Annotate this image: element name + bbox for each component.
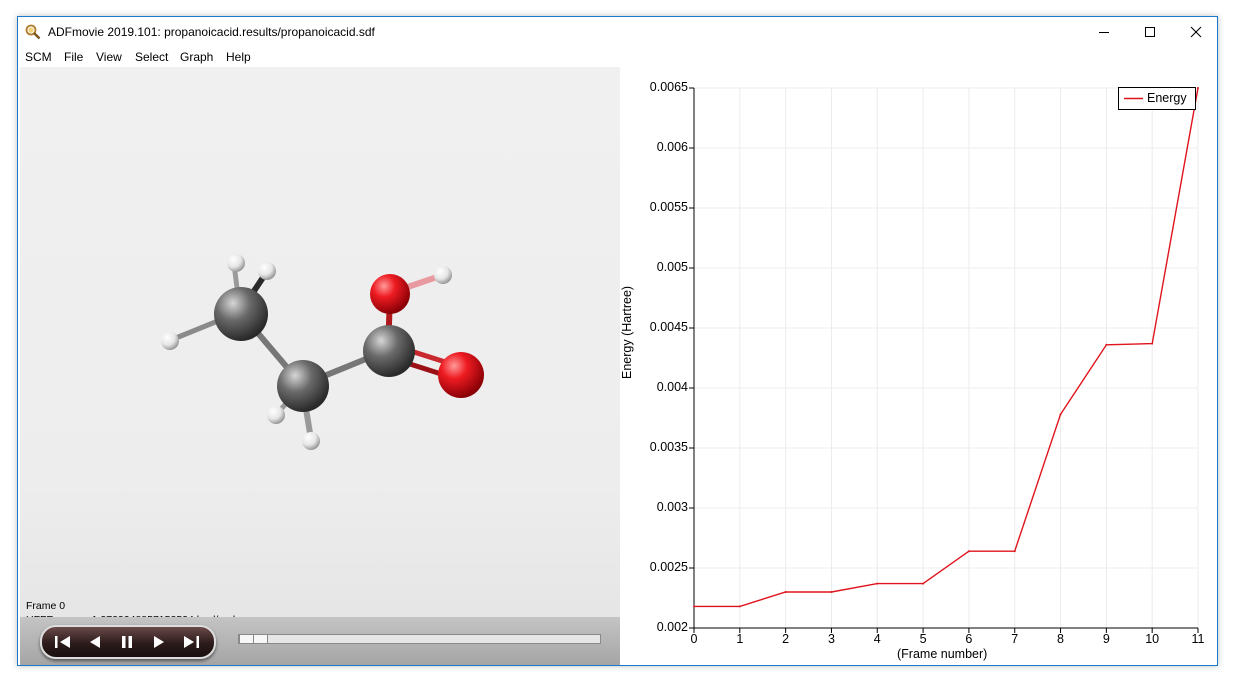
- frame-slider[interactable]: [238, 634, 601, 644]
- y-tick-label: 0.0025: [649, 560, 688, 574]
- x-tick-label: 10: [1145, 632, 1160, 646]
- adf-app-icon: [25, 24, 41, 40]
- data-point: [876, 582, 879, 585]
- legend-label: Energy: [1147, 91, 1187, 105]
- y-tick-label: 0.004: [656, 380, 688, 394]
- maximize-button[interactable]: [1127, 17, 1173, 47]
- minimize-button[interactable]: [1081, 17, 1127, 47]
- menu-scm[interactable]: SCM: [25, 50, 52, 64]
- x-tick-label: 8: [1057, 632, 1064, 646]
- menu-bar: SCM File View Select Graph Help: [18, 47, 1217, 67]
- data-point: [922, 582, 925, 585]
- pause-button[interactable]: [112, 627, 142, 657]
- x-axis-label: (Frame number): [897, 647, 988, 661]
- skip-to-start-button[interactable]: [48, 627, 78, 657]
- hydrogen-atom: [161, 332, 179, 350]
- energy-series-line: [694, 87, 1199, 608]
- hydrogen-atom: [267, 406, 285, 424]
- menu-graph[interactable]: Graph: [180, 50, 213, 64]
- menu-file[interactable]: File: [64, 50, 83, 64]
- step-forward-button[interactable]: [144, 627, 174, 657]
- oxygen-atom: [370, 274, 410, 314]
- y-tick-label: 0.003: [656, 500, 688, 514]
- oxygen-atom: [438, 352, 484, 398]
- x-tick-label: 5: [919, 632, 927, 646]
- y-tick-label: 0.006: [656, 140, 688, 154]
- data-point: [1105, 343, 1108, 346]
- menu-help[interactable]: Help: [226, 50, 251, 64]
- menu-view[interactable]: View: [96, 50, 122, 64]
- energy-graph-panel[interactable]: 0.002 0.0025 0.003 0.0035 0.004 0.0045 0.005 0.…: [620, 67, 1217, 665]
- skip-to-start-icon: [55, 636, 70, 648]
- molecule-viewer[interactable]: Frame 0 UFFEnergy = 1.3723248857152524 k…: [20, 67, 620, 665]
- menu-select[interactable]: Select: [135, 50, 168, 64]
- frame-slider-thumb[interactable]: [253, 634, 268, 644]
- frame-slider-start-marker: [239, 634, 254, 644]
- y-tick-label: 0.005: [656, 260, 688, 274]
- data-point: [784, 591, 787, 593]
- x-tick-label: 4: [873, 632, 881, 646]
- x-tick-label: 6: [965, 632, 973, 646]
- x-tick-label: 2: [782, 632, 790, 646]
- data-point: [830, 591, 833, 593]
- skip-to-end-icon: [184, 636, 199, 648]
- data-point: [1151, 342, 1154, 345]
- carbon-atom: [277, 360, 329, 412]
- step-forward-icon: [154, 636, 164, 648]
- chart-legend: Energy: [1118, 87, 1196, 110]
- legend-swatch: [1124, 97, 1143, 100]
- molecule-model[interactable]: [20, 67, 620, 607]
- hydrogen-atom: [258, 262, 276, 280]
- hydrogen-atom: [227, 254, 245, 272]
- step-back-button[interactable]: [80, 627, 110, 657]
- atoms: [161, 254, 484, 450]
- data-point: [1013, 550, 1016, 553]
- x-tick-label: 9: [1102, 632, 1110, 646]
- y-axis-label: Energy (Hartree): [620, 285, 634, 379]
- app-window: ADFmovie 2019.101: propanoicacid.results…: [17, 16, 1218, 666]
- carbon-atom: [214, 287, 268, 341]
- x-tick-label: 3: [827, 632, 835, 646]
- data-point: [1059, 413, 1062, 416]
- minimize-icon: [1099, 32, 1109, 33]
- y-tick-label: 0.0035: [649, 440, 688, 454]
- playback-controls: [40, 625, 216, 659]
- skip-to-end-button[interactable]: [176, 627, 206, 657]
- playback-bar: [20, 617, 620, 665]
- frame-label: Frame 0: [26, 600, 66, 612]
- close-button[interactable]: [1173, 17, 1219, 47]
- x-tick-label: 0: [690, 632, 698, 646]
- maximize-icon: [1145, 27, 1155, 37]
- y-tick-label: 0.0055: [649, 200, 688, 214]
- step-back-icon: [90, 636, 100, 648]
- x-tick-label: 1: [736, 632, 744, 646]
- close-icon: [1190, 26, 1202, 38]
- carbon-atom: [363, 325, 415, 377]
- y-tick-label: 0.0065: [649, 80, 688, 94]
- data-point: [693, 605, 695, 608]
- data-point: [738, 605, 741, 608]
- x-tick-label: 11: [1191, 632, 1205, 646]
- bonds: [170, 263, 465, 440]
- title-bar[interactable]: ADFmovie 2019.101: propanoicacid.results…: [18, 17, 1217, 47]
- energy-chart: [689, 87, 1199, 633]
- hydrogen-atom: [302, 432, 320, 450]
- pause-icon: [122, 636, 132, 648]
- data-point: [1197, 87, 1199, 89]
- window-title: ADFmovie 2019.101: propanoicacid.results…: [48, 25, 375, 39]
- x-tick-label: 7: [1011, 632, 1019, 646]
- hydrogen-atom: [434, 266, 452, 284]
- data-point: [967, 550, 970, 553]
